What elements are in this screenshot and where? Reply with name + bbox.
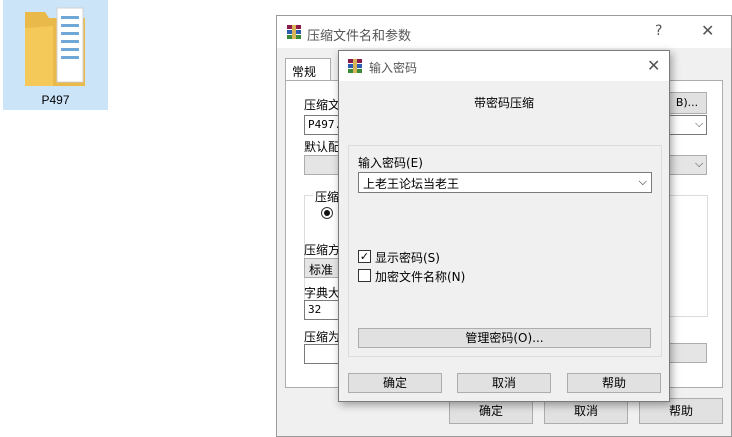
close-icon[interactable]: ✕ <box>647 56 660 75</box>
password-value: 上老王论坛当老王 <box>363 177 460 191</box>
dictionary-label: 字典大 <box>304 286 341 300</box>
encrypt-filenames-label: 加密文件名称(N) <box>375 270 466 284</box>
rar-radio[interactable] <box>321 207 333 219</box>
dialog-heading: 带密码压缩 <box>473 96 534 110</box>
tab-general[interactable]: 常规 <box>285 58 331 81</box>
desktop-folder[interactable]: P497 <box>3 0 108 110</box>
manage-passwords-button[interactable]: 管理密码(O)... <box>358 328 651 348</box>
close-icon[interactable]: ✕ <box>701 21 714 40</box>
chevron-down-icon[interactable]: ⌵ <box>639 175 647 189</box>
method-label: 压缩方 <box>304 243 341 257</box>
archive-name-label: 压缩文 <box>304 98 341 112</box>
show-password-label: 显示密码(S) <box>375 251 440 265</box>
show-password-checkbox[interactable]: ✓ <box>358 250 371 263</box>
folder-label: P497 <box>41 93 70 107</box>
dialog-title: 输入密码 <box>369 61 418 75</box>
dialog-title: 压缩文件名和参数 <box>307 29 412 44</box>
ok-button[interactable]: 确定 <box>348 373 442 393</box>
help-button[interactable]: 帮助 <box>567 373 661 393</box>
password-input[interactable]: 上老王论坛当老王 ⌵ <box>358 172 652 193</box>
chevron-down-icon[interactable]: ⌵ <box>695 117 703 131</box>
title-bar: 压缩文件名和参数 ? ✕ <box>277 16 731 48</box>
split-label: 压缩为 <box>304 330 341 344</box>
winrar-icon <box>348 59 362 73</box>
winrar-icon <box>287 25 301 39</box>
browse-button[interactable]: B)... <box>667 92 707 114</box>
help-icon[interactable]: ? <box>655 23 662 39</box>
folder-icon <box>25 7 85 86</box>
chevron-down-icon[interactable]: ⌵ <box>695 157 703 171</box>
default-profile-label: 默认配 <box>304 140 341 154</box>
title-bar: 输入密码 ✕ <box>339 51 669 81</box>
password-label: 输入密码(E) <box>358 156 423 170</box>
cancel-button[interactable]: 取消 <box>457 373 551 393</box>
enter-password-dialog: 输入密码 ✕ 带密码压缩 输入密码(E) 上老王论坛当老王 ⌵ ✓ 显示密码(S… <box>338 50 670 402</box>
radio-dot <box>324 210 330 216</box>
encrypt-filenames-checkbox[interactable] <box>358 269 371 282</box>
